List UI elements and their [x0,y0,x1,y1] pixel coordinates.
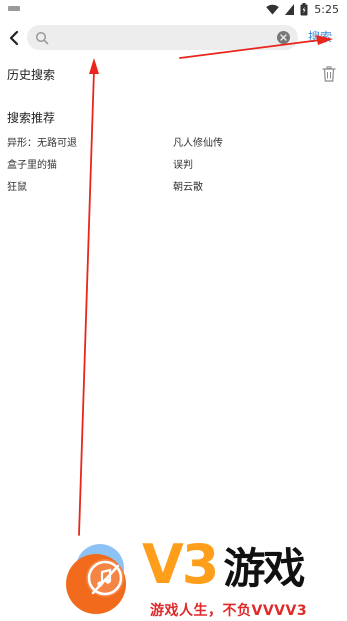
status-icons: 5:25 [266,2,339,16]
back-arrow-icon [9,30,19,46]
arrow-to-search-input [78,58,99,536]
watermark-slogan: 游戏人生，不负VVVV3 [150,603,308,619]
search-box[interactable] [27,25,298,50]
search-icon [35,31,49,45]
search-button[interactable]: 搜索 [308,28,332,45]
battery-icon [300,2,308,15]
notification-icon [8,6,20,11]
recommend-item[interactable]: 误判 [173,156,193,171]
watermark-logo [66,544,126,614]
status-time: 5:25 [314,2,339,16]
trash-icon[interactable] [322,66,336,82]
search-input[interactable] [53,27,279,49]
recommend-item[interactable]: 狂鼠 [7,178,27,193]
recommend-title: 搜索推荐 [7,111,56,125]
signal-icon [285,3,295,15]
wifi-icon [266,4,279,14]
history-title: 历史搜索 [7,68,56,82]
clear-icon[interactable] [277,31,290,44]
recommend-item[interactable]: 盒子里的猫 [7,156,57,171]
close-icon [280,34,287,41]
watermark-brand-text: V3 游戏 [142,533,305,596]
back-button[interactable] [6,27,22,49]
recommend-item[interactable]: 凡人修仙传 [173,134,223,149]
recommend-item[interactable]: 异形：无路可退 [7,134,77,149]
annotation-arrows [78,35,333,536]
search-bar: 搜索 [0,24,347,52]
recommend-item[interactable]: 朝云散 [173,178,203,193]
watermark-brand: V3 游戏 [142,533,305,596]
status-bar: 5:25 [0,0,347,18]
